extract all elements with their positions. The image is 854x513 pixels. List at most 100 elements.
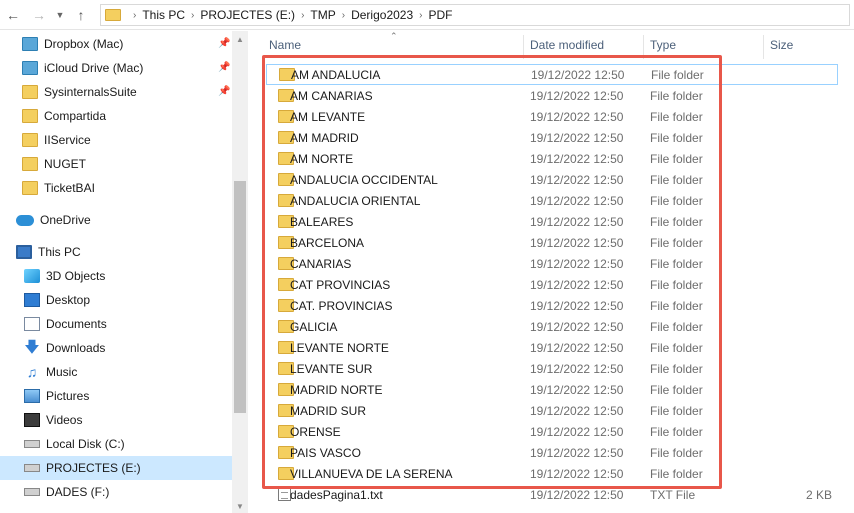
scroll-down-icon[interactable]: ▼ xyxy=(232,502,248,511)
file-size: 2 KB xyxy=(805,487,832,502)
file-row[interactable]: CANARIAS 19/12/2022 12:50 File folder xyxy=(266,253,838,274)
file-date-modified: 19/12/2022 12:50 xyxy=(530,193,624,208)
nav-item-compartida[interactable]: Compartida xyxy=(22,104,248,128)
nav-item-videos[interactable]: Videos xyxy=(24,408,248,432)
nav-item-label: Local Disk (C:) xyxy=(46,437,125,451)
arrow-left-icon: ← xyxy=(6,6,20,23)
up-button[interactable]: ↑ xyxy=(68,0,94,30)
nav-item-label: Downloads xyxy=(46,341,106,355)
file-type: File folder xyxy=(650,319,703,334)
file-name: CANARIAS xyxy=(290,256,352,271)
breadcrumb[interactable]: › This PC › PROJECTES (E:) › TMP › Derig… xyxy=(100,4,850,26)
column-header-size[interactable]: Size xyxy=(770,31,793,59)
nav-item-label: Compartida xyxy=(44,109,107,123)
breadcrumb-item[interactable]: TMP xyxy=(310,8,335,22)
scroll-up-icon[interactable]: ▲ xyxy=(232,35,248,44)
file-row[interactable]: AM MADRID 19/12/2022 12:50 File folder xyxy=(266,127,838,148)
pin-icon[interactable]: 📌 xyxy=(218,86,230,97)
column-label: Date modified xyxy=(530,38,605,52)
file-row[interactable]: VILLANUEVA DE LA SERENA 19/12/2022 12:50 F… xyxy=(266,463,838,484)
file-row[interactable]: ANDALUCIA OCCIDENTAL 19/12/2022 12:50 File… xyxy=(266,169,838,190)
column-divider[interactable] xyxy=(763,35,764,59)
file-row[interactable]: MADRID NORTE 19/12/2022 12:50 File folder xyxy=(266,379,838,400)
file-row[interactable]: PAIS VASCO 19/12/2022 12:50 File folder xyxy=(266,442,838,463)
file-row[interactable]: ORENSE 19/12/2022 12:50 File folder xyxy=(266,421,838,442)
pin-icon[interactable]: 📌 xyxy=(218,62,230,73)
nav-item-label: PROJECTES (E:) xyxy=(46,461,141,475)
back-button[interactable]: ← xyxy=(0,0,26,30)
file-row[interactable]: BALEARES 19/12/2022 12:50 File folder xyxy=(266,211,838,232)
nav-item-local-disk-c[interactable]: Local Disk (C:) xyxy=(24,432,248,456)
nav-item-label: iCloud Drive (Mac) xyxy=(44,61,144,75)
file-date-modified: 19/12/2022 12:50 xyxy=(530,403,624,418)
file-row[interactable]: dadesPagina1.txt 19/12/2022 12:50 TXT File… xyxy=(266,484,838,505)
file-name: MADRID SUR xyxy=(290,403,367,418)
nav-item-projectes-e[interactable]: PROJECTES (E:) xyxy=(0,456,232,480)
file-row[interactable]: AM CANARIAS 19/12/2022 12:50 File folder xyxy=(266,85,838,106)
file-row[interactable]: AM ANDALUCIA 19/12/2022 12:50 File folder xyxy=(266,64,838,85)
file-row[interactable]: CAT. PROVINCIAS 19/12/2022 12:50 File fold… xyxy=(266,295,838,316)
folder-icon xyxy=(105,9,121,21)
file-name: LEVANTE SUR xyxy=(290,361,373,376)
column-divider[interactable] xyxy=(523,35,524,59)
nav-item-music[interactable]: ♫ Music xyxy=(24,360,248,384)
file-date-modified: 19/12/2022 12:50 xyxy=(530,382,624,397)
nav-item-ticketbai[interactable]: TicketBAI xyxy=(22,176,248,200)
file-name: AM MADRID xyxy=(290,130,359,145)
file-row[interactable]: BARCELONA 19/12/2022 12:50 File folder xyxy=(266,232,838,253)
nav-item-label: NUGET xyxy=(44,157,86,171)
nav-item-dades-f[interactable]: DADES (F:) xyxy=(24,480,248,504)
file-name: GALICIA xyxy=(290,319,338,334)
file-type: File folder xyxy=(650,382,703,397)
nav-item-nuget[interactable]: NUGET xyxy=(22,152,248,176)
forward-button[interactable]: → xyxy=(26,0,52,30)
file-name: AM CANARIAS xyxy=(290,88,373,103)
folder-icon xyxy=(22,157,38,171)
scroll-thumb[interactable] xyxy=(234,181,246,413)
file-date-modified: 19/12/2022 12:50 xyxy=(530,298,624,313)
recent-locations-button[interactable]: ▼ xyxy=(52,0,68,30)
document-icon xyxy=(24,317,40,331)
nav-item-label: 3D Objects xyxy=(46,269,106,283)
nav-item-dropbox[interactable]: Dropbox (Mac) xyxy=(22,32,248,56)
file-type: File folder xyxy=(650,172,703,187)
file-row[interactable]: AM NORTE 19/12/2022 12:50 File folder xyxy=(266,148,838,169)
nav-item-desktop[interactable]: Desktop xyxy=(24,288,248,312)
file-row[interactable]: MADRID SUR 19/12/2022 12:50 File folder xyxy=(266,400,838,421)
file-row[interactable]: GALICIA 19/12/2022 12:50 File folder xyxy=(266,316,838,337)
chevron-down-icon: ▼ xyxy=(55,9,65,20)
file-date-modified: 19/12/2022 12:50 xyxy=(530,445,624,460)
nav-item-3d-objects[interactable]: 3D Objects xyxy=(24,264,248,288)
file-name: CAT PROVINCIAS xyxy=(290,277,391,292)
file-row[interactable]: ANDALUCIA ORIENTAL 19/12/2022 12:50 File f… xyxy=(266,190,838,211)
breadcrumb-item[interactable]: PROJECTES (E:) xyxy=(200,8,295,22)
column-header-name[interactable]: Name xyxy=(269,31,301,59)
nav-scrollbar[interactable]: ▲ ▼ xyxy=(232,31,248,513)
column-header-type[interactable]: Type xyxy=(650,31,676,59)
nav-item-onedrive[interactable]: OneDrive xyxy=(16,208,248,232)
column-divider[interactable] xyxy=(643,35,644,59)
file-row[interactable]: LEVANTE NORTE 19/12/2022 12:50 File folder xyxy=(266,337,838,358)
nav-item-this-pc[interactable]: This PC xyxy=(16,240,248,264)
nav-item-label: Music xyxy=(46,365,78,379)
nav-item-downloads[interactable]: 🡇 Downloads xyxy=(24,336,248,360)
nav-item-pictures[interactable]: Pictures xyxy=(24,384,248,408)
nav-item-documents[interactable]: Documents xyxy=(24,312,248,336)
file-row[interactable]: LEVANTE SUR 19/12/2022 12:50 File folder xyxy=(266,358,838,379)
nav-item-sysinternals[interactable]: SysinternalsSuite xyxy=(22,80,248,104)
video-icon xyxy=(24,413,40,427)
nav-item-label: IIService xyxy=(44,133,91,147)
column-header-date[interactable]: Date modified xyxy=(530,31,604,59)
arrow-up-icon: ↑ xyxy=(77,6,85,23)
file-type: File folder xyxy=(650,298,703,313)
breadcrumb-item[interactable]: This PC xyxy=(142,8,185,22)
nav-item-iiservice[interactable]: IIService xyxy=(22,128,248,152)
file-name: AM NORTE xyxy=(290,151,354,166)
nav-item-icloud[interactable]: iCloud Drive (Mac) xyxy=(22,56,248,80)
file-date-modified: 19/12/2022 12:50 xyxy=(530,487,624,502)
breadcrumb-item[interactable]: Derigo2023 xyxy=(351,8,413,22)
file-row[interactable]: CAT PROVINCIAS 19/12/2022 12:50 File folde… xyxy=(266,274,838,295)
file-row[interactable]: AM LEVANTE 19/12/2022 12:50 File folder xyxy=(266,106,838,127)
pin-icon[interactable]: 📌 xyxy=(218,38,230,49)
breadcrumb-item[interactable]: PDF xyxy=(428,8,452,22)
